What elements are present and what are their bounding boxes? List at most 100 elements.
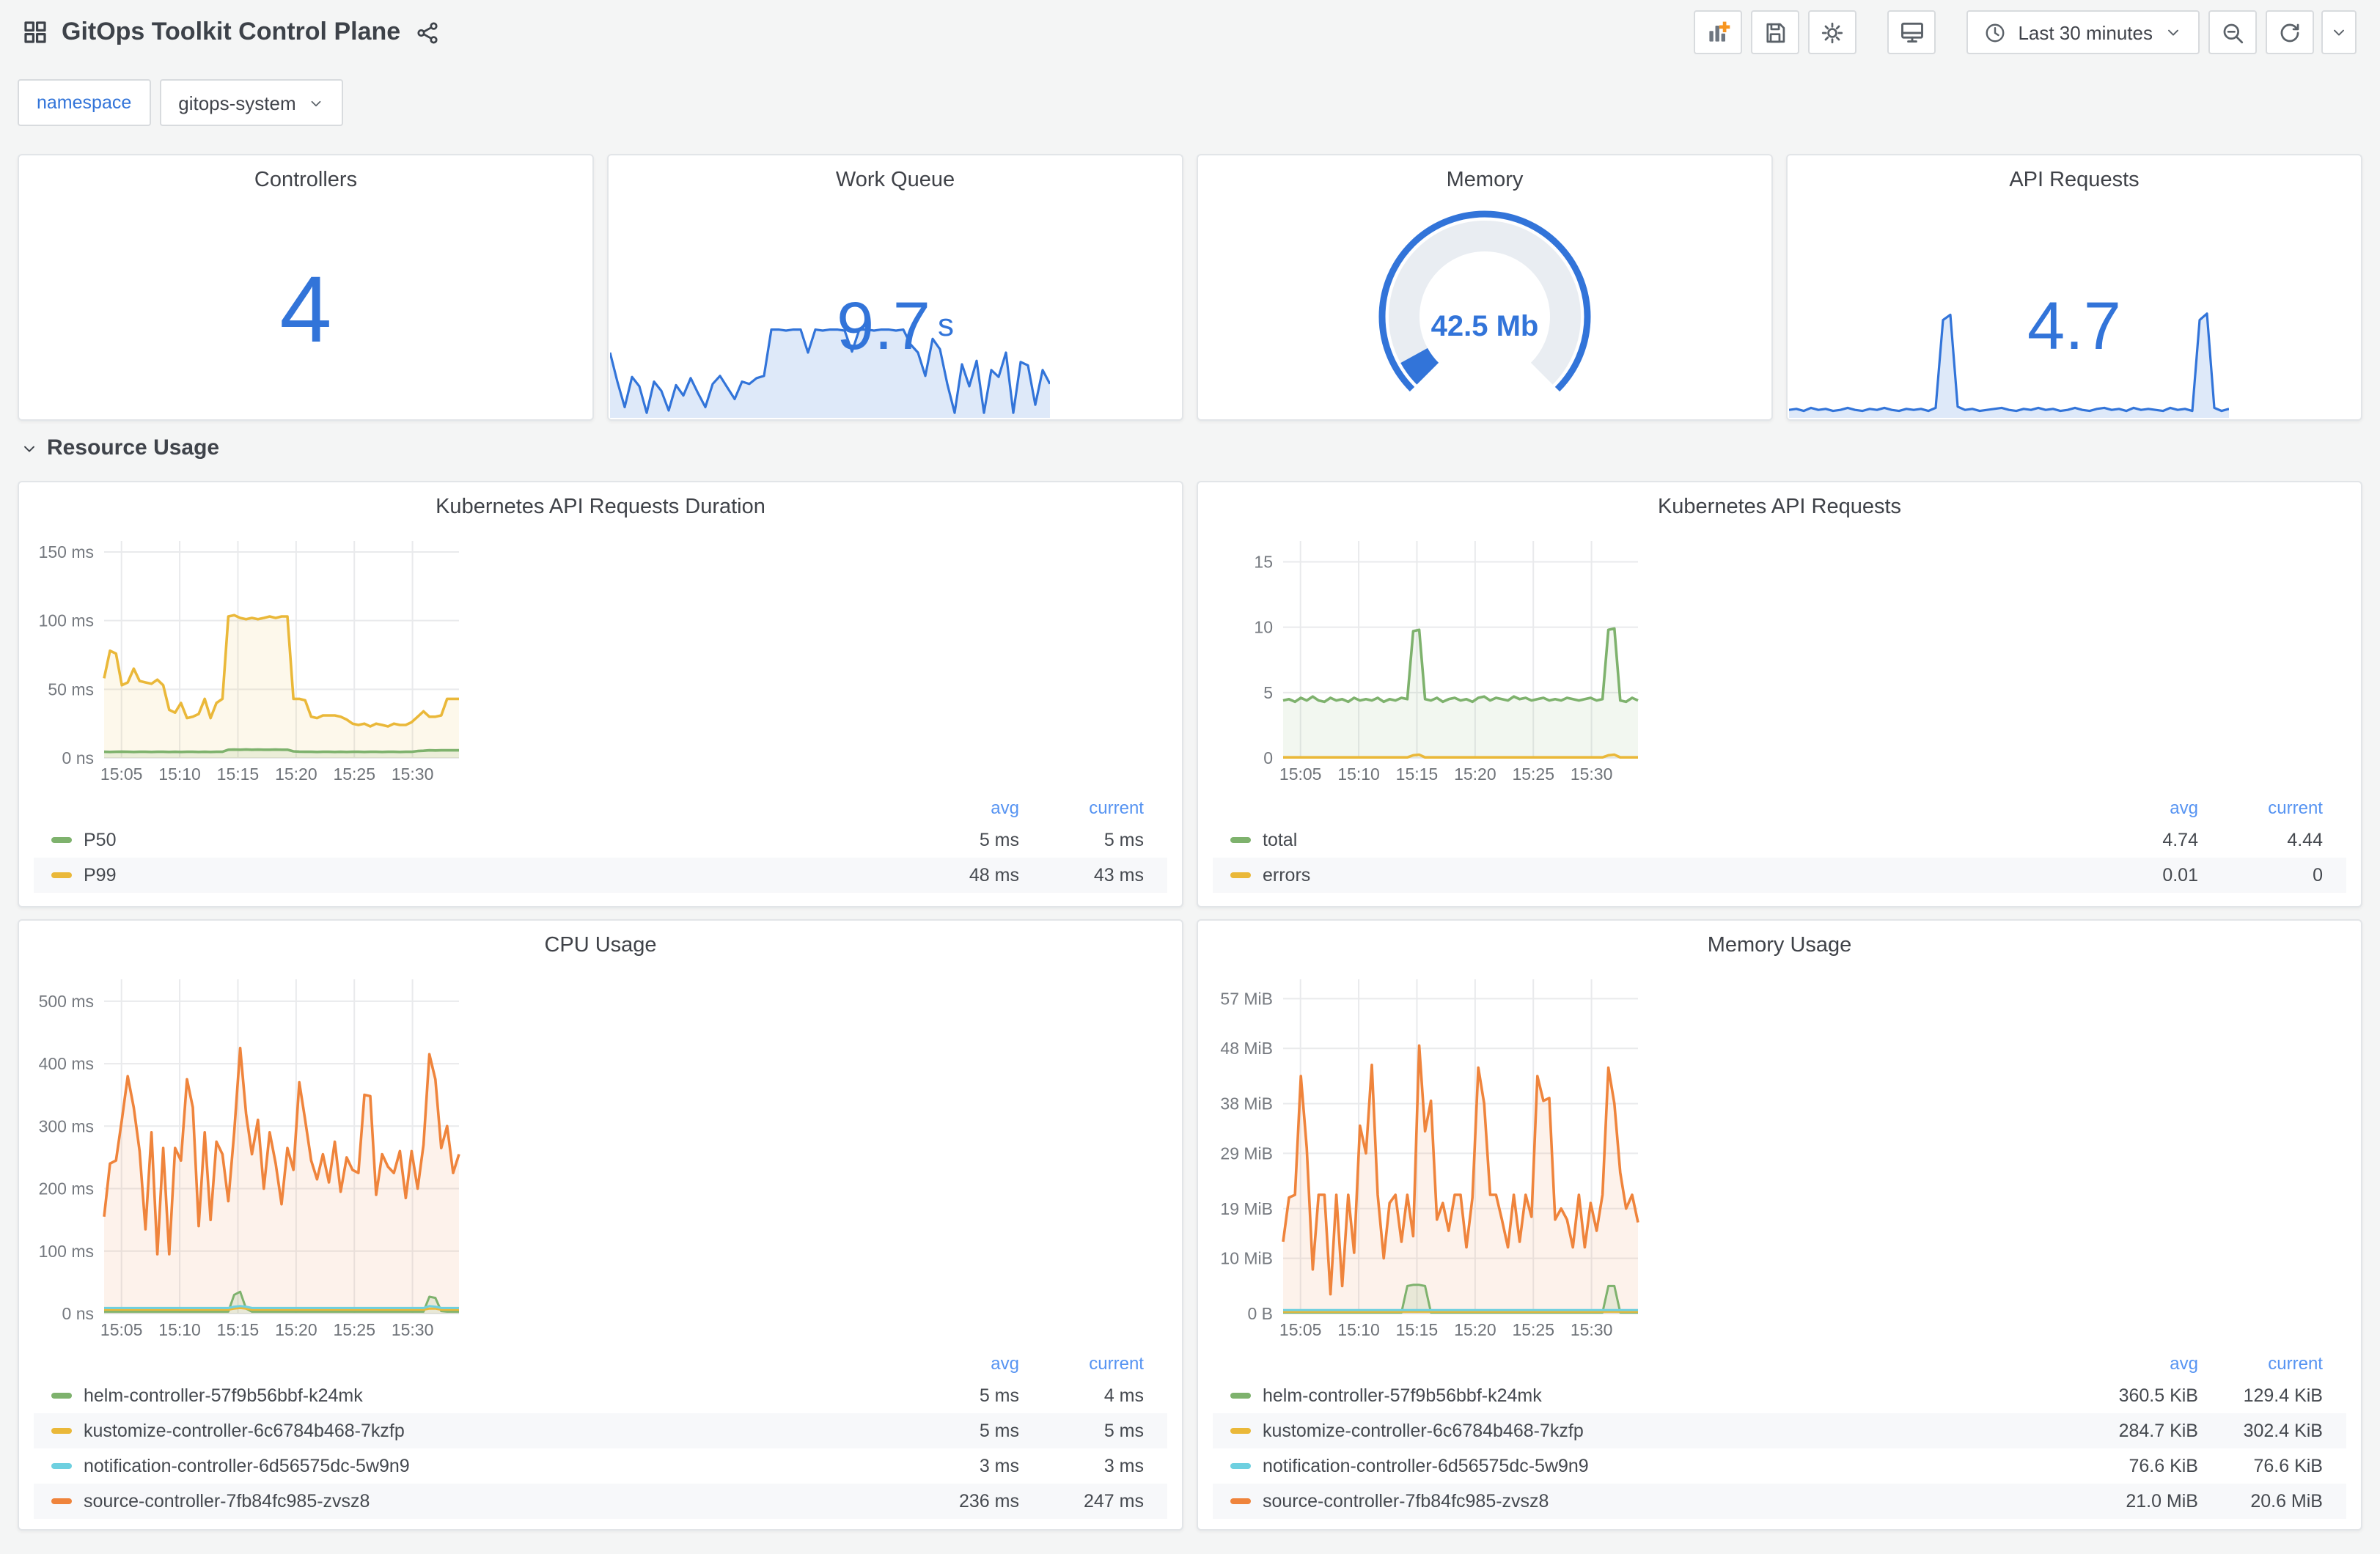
legend-current-value: 4 ms — [1103, 1385, 1144, 1406]
series-color-dash — [1230, 1428, 1251, 1434]
legend-avg-value: 3 ms — [979, 1456, 1019, 1476]
cpu-usage-chart[interactable]: 0 ns 100 ms 200 ms 300 ms 400 ms 500 ms 15:05 1… — [34, 968, 474, 1343]
legend-series-label[interactable]: source-controller-7fb84fc985-zvsz8 — [1263, 1491, 2081, 1511]
panel-title[interactable]: Kubernetes API Requests — [1198, 496, 2361, 519]
legend-avg-value: 5 ms — [979, 1385, 1019, 1406]
svg-text:100 ms: 100 ms — [39, 611, 94, 630]
legend-current-value: 5 ms — [1103, 830, 1144, 850]
legend-series-label[interactable]: helm-controller-57f9b56bbf-k24mk — [84, 1385, 902, 1406]
legend-sort-current[interactable]: current — [2198, 1353, 2323, 1374]
k8s-api-requests-chart[interactable]: 0 5 10 15 15:05 15:10 15:15 15:20 15:25 15:30 — [1213, 529, 1653, 787]
svg-text:15:05: 15:05 — [100, 1320, 143, 1339]
svg-text:500 ms: 500 ms — [39, 992, 94, 1011]
panel-title[interactable]: Work Queue — [609, 169, 1182, 192]
row-resource-usage[interactable]: Resource Usage — [21, 435, 219, 460]
add-panel-button[interactable] — [1694, 10, 1743, 54]
chevron-down-icon — [311, 100, 321, 106]
save-dashboard-button[interactable] — [1751, 10, 1800, 54]
svg-text:15:10: 15:10 — [158, 765, 201, 784]
legend-series-label[interactable]: total — [1263, 830, 2081, 850]
panel-work-queue: Work Queue 9.7 s — [607, 154, 1183, 421]
page-title[interactable]: GitOps Toolkit Control Plane — [62, 18, 400, 47]
chart-legend: avg current helm-controller-57f9b56bbf-k24… — [1213, 1349, 2346, 1519]
legend-row: helm-controller-57f9b56bbf-k24mk 360.5 Ki… — [1213, 1378, 2346, 1413]
svg-text:15:30: 15:30 — [392, 765, 434, 784]
time-range-label: Last 30 minutes — [2018, 21, 2153, 43]
panel-title[interactable]: Controllers — [19, 169, 592, 192]
variable-label: namespace — [18, 79, 151, 126]
svg-text:100 ms: 100 ms — [39, 1242, 94, 1261]
svg-text:15:25: 15:25 — [1512, 1320, 1554, 1339]
legend-row: total 4.74 4.44 — [1213, 822, 2346, 858]
series-color-dash — [1230, 837, 1251, 843]
legend-series-label[interactable]: source-controller-7fb84fc985-zvsz8 — [84, 1491, 902, 1511]
svg-text:15:05: 15:05 — [1279, 765, 1322, 784]
panel-k8s-api-duration: Kubernetes API Requests Duration 0 ns 50 … — [18, 481, 1183, 907]
legend-row: P99 48 ms 43 ms — [34, 858, 1167, 893]
legend-series-label[interactable]: P99 — [84, 865, 902, 885]
legend-sort-avg[interactable]: avg — [902, 798, 1019, 818]
legend-series-label[interactable]: notification-controller-6d56575dc-5w9n9 — [1263, 1456, 2081, 1476]
legend-series-label[interactable]: kustomize-controller-6c6784b468-7kzfp — [1263, 1421, 2081, 1441]
series-color-dash — [1230, 1498, 1251, 1504]
svg-text:15:30: 15:30 — [1571, 765, 1613, 784]
legend-sort-avg[interactable]: avg — [2081, 1353, 2198, 1374]
memory-gauge-value: 42.5 Mb — [1430, 311, 1539, 343]
legend-sort-avg[interactable]: avg — [2081, 798, 2198, 818]
legend-avg-value: 4.74 — [2162, 830, 2198, 850]
series-color-dash — [51, 1498, 72, 1504]
legend-header: avg current — [34, 1349, 1167, 1378]
legend-series-label[interactable]: notification-controller-6d56575dc-5w9n9 — [84, 1456, 902, 1476]
panel-memory-gauge: Memory 42.5 Mb — [1197, 154, 1773, 421]
clock-icon — [1986, 23, 2005, 42]
panel-k8s-api-requests: Kubernetes API Requests 0 5 10 15 15:05 15:10… — [1197, 481, 2362, 907]
legend-series-label[interactable]: errors — [1263, 865, 2081, 885]
legend-current-value: 76.6 KiB — [2253, 1456, 2323, 1476]
legend-row: helm-controller-57f9b56bbf-k24mk 5 ms 4 ms — [34, 1378, 1167, 1413]
zoom-out-button[interactable] — [2208, 10, 2257, 54]
svg-text:10: 10 — [1254, 618, 1273, 637]
legend-avg-value: 48 ms — [969, 865, 1019, 885]
panel-title[interactable]: Memory Usage — [1198, 934, 2361, 957]
namespace-dropdown[interactable]: gitops-system — [159, 79, 343, 126]
series-color-dash — [51, 1393, 72, 1399]
legend-sort-current[interactable]: current — [1019, 1353, 1144, 1374]
panel-title[interactable]: CPU Usage — [19, 934, 1182, 957]
legend-sort-avg[interactable]: avg — [902, 1353, 1019, 1374]
panel-title[interactable]: Memory — [1198, 169, 1771, 192]
legend-series-label[interactable]: helm-controller-57f9b56bbf-k24mk — [1263, 1385, 2081, 1406]
refresh-button[interactable] — [2266, 10, 2314, 54]
gear-icon — [1822, 21, 1843, 43]
legend-row: source-controller-7fb84fc985-zvsz8 236 ms… — [34, 1484, 1167, 1519]
k8s-api-duration-chart[interactable]: 0 ns 50 ms 100 ms 150 ms 15:05 15:10 15:15 15:2… — [34, 529, 474, 787]
legend-avg-value: 21.0 MiB — [2126, 1491, 2198, 1511]
legend-current-value: 247 ms — [1084, 1491, 1144, 1511]
time-range-picker[interactable]: Last 30 minutes — [1966, 10, 2200, 54]
dashboard-settings-button[interactable] — [1808, 10, 1857, 54]
panel-title[interactable]: API Requests — [1788, 169, 2361, 192]
share-icon[interactable] — [415, 20, 440, 45]
svg-text:400 ms: 400 ms — [39, 1054, 94, 1073]
legend-current-value: 5 ms — [1103, 1421, 1144, 1441]
memory-gauge — [1378, 210, 1591, 392]
svg-text:15:10: 15:10 — [1337, 765, 1380, 784]
refresh-interval-dropdown[interactable] — [2321, 10, 2357, 54]
legend-current-value: 129.4 KiB — [2243, 1385, 2323, 1406]
legend-avg-value: 284.7 KiB — [2118, 1421, 2198, 1441]
panel-title[interactable]: Kubernetes API Requests Duration — [19, 496, 1182, 519]
legend-series-label[interactable]: kustomize-controller-6c6784b468-7kzfp — [84, 1421, 902, 1441]
memory-usage-chart[interactable]: 0 B 10 MiB 19 MiB 29 MiB 38 MiB 48 MiB 57 MiB 1… — [1213, 968, 1653, 1343]
legend-avg-value: 236 ms — [959, 1491, 1019, 1511]
chevron-down-icon — [2168, 29, 2178, 36]
chart-legend: avg current total 4.74 4.44 errors 0.01 0 — [1213, 793, 2346, 893]
legend-sort-current[interactable]: current — [1019, 798, 1144, 818]
cycle-view-button[interactable] — [1887, 10, 1936, 54]
legend-avg-value: 5 ms — [979, 830, 1019, 850]
legend-sort-current[interactable]: current — [2198, 798, 2323, 818]
namespace-value: gitops-system — [178, 92, 296, 114]
panel-memory-usage: Memory Usage 0 B 10 MiB 19 MiB 29 MiB 38 MiB… — [1197, 919, 2362, 1531]
svg-text:15:20: 15:20 — [1454, 765, 1496, 784]
legend-series-label[interactable]: P50 — [84, 830, 902, 850]
variables-bar: namespace gitops-system — [18, 79, 343, 126]
apps-grid-icon — [24, 21, 46, 43]
